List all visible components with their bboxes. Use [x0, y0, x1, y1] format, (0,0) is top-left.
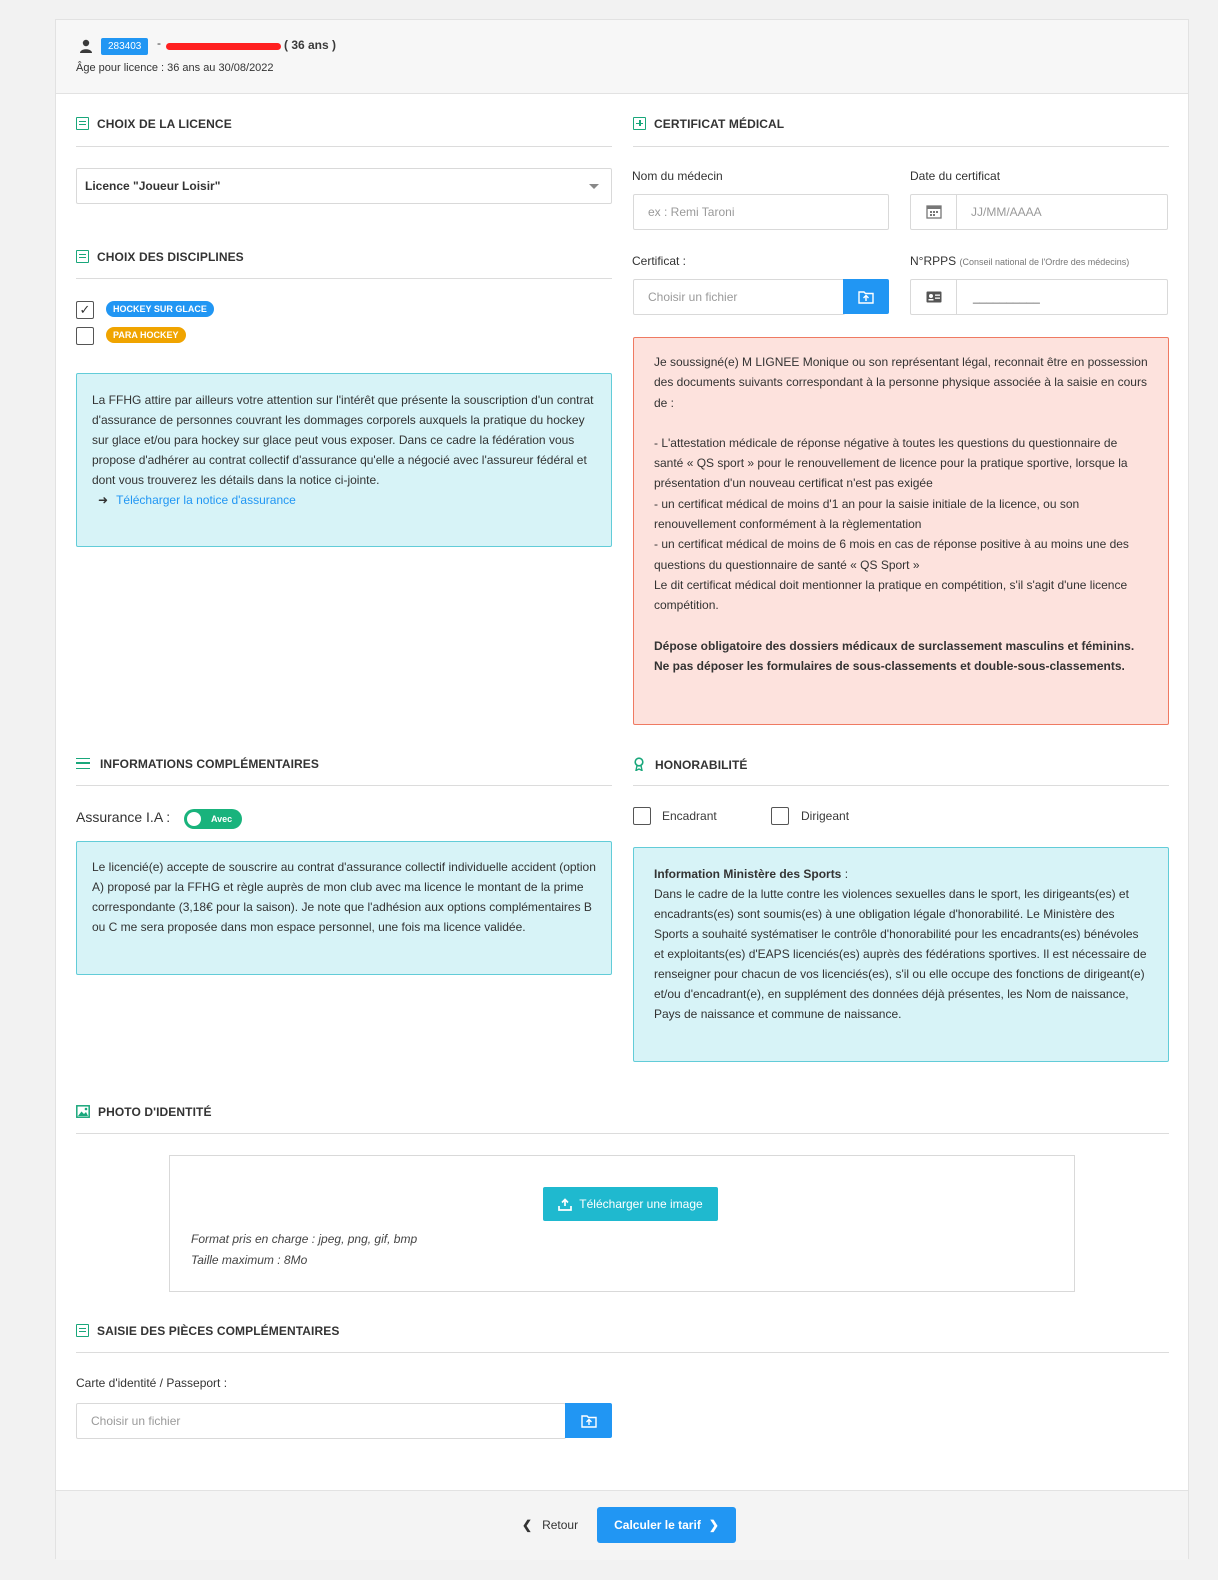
photo-formats: Format pris en charge : jpeg, png, gif, … [191, 1232, 418, 1246]
complementary-info-title: INFORMATIONS COMPLÉMENTAIRES [76, 757, 319, 771]
insurance-ia-toggle[interactable]: Avec [184, 809, 242, 829]
certificate-upload-button[interactable] [843, 279, 889, 314]
user-icon [80, 39, 92, 53]
licence-form-card: 283403 - ( 36 ans ) Âge pour licence : 3… [55, 19, 1189, 1560]
insurance-ia-notice: Le licencié(e) accepte de souscrire au c… [76, 841, 612, 975]
dirigeant-checkbox[interactable] [771, 807, 789, 825]
calendar-icon[interactable] [911, 195, 957, 229]
photo-upload-box: Télécharger une image Format pris en cha… [169, 1155, 1075, 1292]
declaration-intro: Je soussigné(e) M LIGNEE Monique ou son … [654, 355, 1148, 410]
chevron-down-icon [589, 184, 599, 189]
discipline-checkbox-para-hockey[interactable] [76, 327, 94, 345]
image-icon [76, 1105, 90, 1121]
rpps-value: __________ [973, 290, 1040, 304]
certificate-date-label: Date du certificat [910, 169, 1001, 183]
medical-declaration: Je soussigné(e) M LIGNEE Monique ou son … [633, 337, 1169, 725]
age-inline: ( 36 ans ) [284, 38, 337, 52]
redacted-name [166, 43, 281, 50]
form-footer: ❮ Retour Calculer le tarif ❯ [56, 1490, 1188, 1560]
encadrant-checkbox[interactable] [633, 807, 651, 825]
id-document-upload-button[interactable] [565, 1403, 612, 1438]
divider [76, 278, 612, 279]
medical-certificate-title: CERTIFICAT MÉDICAL [633, 117, 784, 131]
disciplines-title: CHOIX DES DISCIPLINES [76, 250, 244, 264]
upload-image-button[interactable]: Télécharger une image [543, 1187, 718, 1221]
photo-max-size: Taille maximum : 8Mo [191, 1253, 308, 1267]
divider [76, 1133, 1169, 1134]
calculate-price-button[interactable]: Calculer le tarif ❯ [597, 1507, 736, 1543]
photo-title: PHOTO D'IDENTITÉ [76, 1105, 212, 1121]
id-card-icon [911, 280, 957, 314]
divider [76, 1352, 1169, 1353]
divider [633, 785, 1169, 786]
document-icon [76, 117, 89, 130]
divider [76, 146, 612, 147]
document-icon [76, 1324, 89, 1337]
honorability-info: Information Ministère des Sports : Dans … [633, 847, 1169, 1062]
licence-select[interactable]: Licence "Joueur Loisir" [76, 168, 612, 204]
toggle-knob [187, 812, 201, 826]
folder-upload-icon [858, 290, 874, 304]
insurance-notice: La FFHG attire par ailleurs votre attent… [76, 373, 612, 547]
declaration-item: - un certificat médical de moins d'1 an … [654, 496, 1080, 532]
toggle-label: Avec [211, 814, 233, 824]
honorability-title: HONORABILITÉ [633, 757, 748, 774]
licence-number-badge: 283403 [101, 38, 149, 55]
insurance-notice-link-row[interactable]: ➜ Télécharger la notice d'assurance [92, 490, 596, 510]
document-icon [76, 250, 89, 263]
declaration-item: Le dit certificat médical doit mentionne… [654, 577, 1128, 613]
divider [76, 785, 612, 786]
insurance-ia-label: Assurance I.A : [76, 809, 171, 825]
certificate-date-input[interactable]: JJ/MM/AAAA [910, 194, 1168, 230]
licence-choice-title: CHOIX DE LA LICENCE [76, 117, 232, 131]
rpps-label: N°RPPS (Conseil national de l'Ordre des … [910, 254, 1130, 268]
person-header: 283403 - ( 36 ans ) Âge pour licence : 3… [56, 20, 1188, 94]
ribbon-icon [633, 757, 645, 774]
licence-age: Âge pour licence : 36 ans au 30/08/2022 [76, 62, 274, 74]
doctor-name-label: Nom du médecin [632, 169, 723, 183]
declaration-item: - un certificat médical de moins de 6 mo… [654, 537, 1129, 572]
encadrant-label: Encadrant [662, 809, 717, 823]
insurance-notice-text: La FFHG attire par ailleurs votre attent… [92, 393, 594, 487]
rpps-input[interactable]: __________ [910, 279, 1168, 315]
certificate-file-label: Certificat : [632, 254, 687, 268]
dirigeant-label: Dirigeant [801, 809, 850, 823]
extra-documents-title: SAISIE DES PIÈCES COMPLÉMENTAIRES [76, 1324, 339, 1338]
menu-lines-icon [76, 758, 90, 769]
declaration-item: - L'attestation médicale de réponse néga… [654, 435, 1128, 491]
chevron-right-icon: ❯ [708, 1518, 719, 1532]
discipline-badge-hockey: HOCKEY SUR GLACE [106, 301, 214, 317]
discipline-badge-para-hockey: PARA HOCKEY [106, 327, 186, 343]
declaration-warning: Dépose obligatoire des dossiers médicaux… [654, 638, 1135, 673]
back-button[interactable]: ❮ Retour [522, 1518, 578, 1532]
name-separator: - [157, 36, 161, 50]
honorability-info-title: Information Ministère des Sports [654, 867, 842, 881]
id-document-label: Carte d'identité / Passeport : [76, 1376, 228, 1390]
medical-plus-icon [633, 117, 646, 130]
certificate-date-placeholder: JJ/MM/AAAA [971, 205, 1042, 219]
id-document-input[interactable]: Choisir un fichier [76, 1403, 566, 1439]
divider [633, 146, 1169, 147]
download-notice-link[interactable]: Télécharger la notice d'assurance [116, 493, 296, 507]
arrow-right-icon: ➜ [98, 493, 109, 507]
chevron-left-icon: ❮ [522, 1518, 533, 1532]
doctor-name-input[interactable]: ex : Remi Taroni [633, 194, 889, 230]
upload-icon [558, 1197, 573, 1211]
discipline-checkbox-hockey[interactable]: ✓ [76, 301, 94, 319]
honorability-info-text: Dans le cadre de la lutte contre les vio… [654, 887, 1147, 1021]
folder-upload-icon [580, 1414, 597, 1428]
top-strip [0, 0, 1218, 8]
certificate-file-input[interactable]: Choisir un fichier [633, 279, 845, 315]
